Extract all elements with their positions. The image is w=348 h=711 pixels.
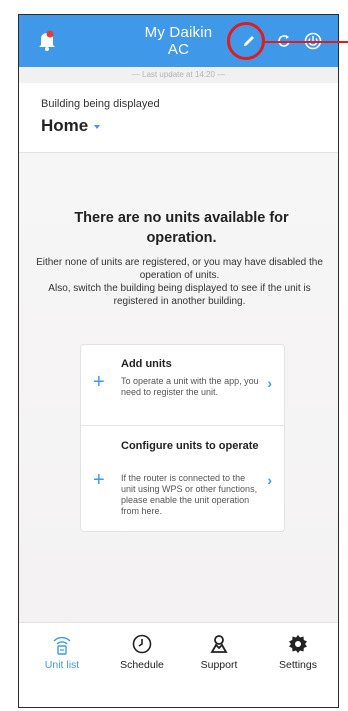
- nav-label: Support: [200, 659, 238, 671]
- action-card-list: Add units + To operate a unit with the a…: [80, 344, 285, 532]
- building-label: Building being displayed: [41, 98, 160, 110]
- nav-schedule[interactable]: Schedule: [107, 633, 177, 671]
- plus-icon: +: [93, 371, 105, 393]
- nav-label: Settings: [279, 659, 317, 671]
- nav-label: Schedule: [120, 659, 164, 671]
- gear-icon: [289, 635, 307, 653]
- building-name[interactable]: Home: [41, 116, 88, 136]
- chevron-right-icon: ›: [267, 375, 272, 391]
- annotation-circle: [227, 22, 265, 60]
- configure-units-title: Configure units to operate: [121, 440, 259, 452]
- nav-label: Unit list: [44, 659, 80, 671]
- unit-list-icon: [53, 636, 71, 655]
- clock-icon: [132, 634, 152, 654]
- configure-units-description: If the router is connected to the unit u…: [121, 473, 258, 516]
- nav-support[interactable]: Support: [184, 633, 254, 671]
- bottom-navigation: Unit list Schedule Support Settings: [19, 622, 338, 707]
- empty-state-description: Either none of units are registered, or …: [36, 257, 323, 307]
- chevron-right-icon: ›: [267, 472, 272, 488]
- phone-screen: My Daikin AC — Last update at 14:20 — Bu…: [18, 14, 339, 708]
- add-units-card[interactable]: Add units + To operate a unit with the a…: [81, 345, 284, 426]
- building-selector[interactable]: Building being displayed Home: [19, 83, 338, 153]
- add-units-title: Add units: [121, 358, 172, 370]
- last-update-text: — Last update at 14:20 —: [19, 67, 338, 83]
- plus-icon: +: [93, 469, 105, 491]
- add-units-description: To operate a unit with the app, you need…: [121, 376, 259, 397]
- nav-settings[interactable]: Settings: [263, 633, 333, 671]
- support-icon: [210, 635, 228, 653]
- main-content: There are no units available for operati…: [19, 154, 338, 622]
- nav-unit-list[interactable]: Unit list: [27, 633, 97, 671]
- empty-state-title: There are no units available for operati…: [74, 210, 289, 246]
- title-line-1: My Daikin: [144, 24, 213, 41]
- dropdown-caret-icon[interactable]: [94, 125, 100, 129]
- configure-units-card[interactable]: Configure units to operate + If the rout…: [81, 426, 284, 532]
- annotation-pointer-line: [263, 41, 348, 43]
